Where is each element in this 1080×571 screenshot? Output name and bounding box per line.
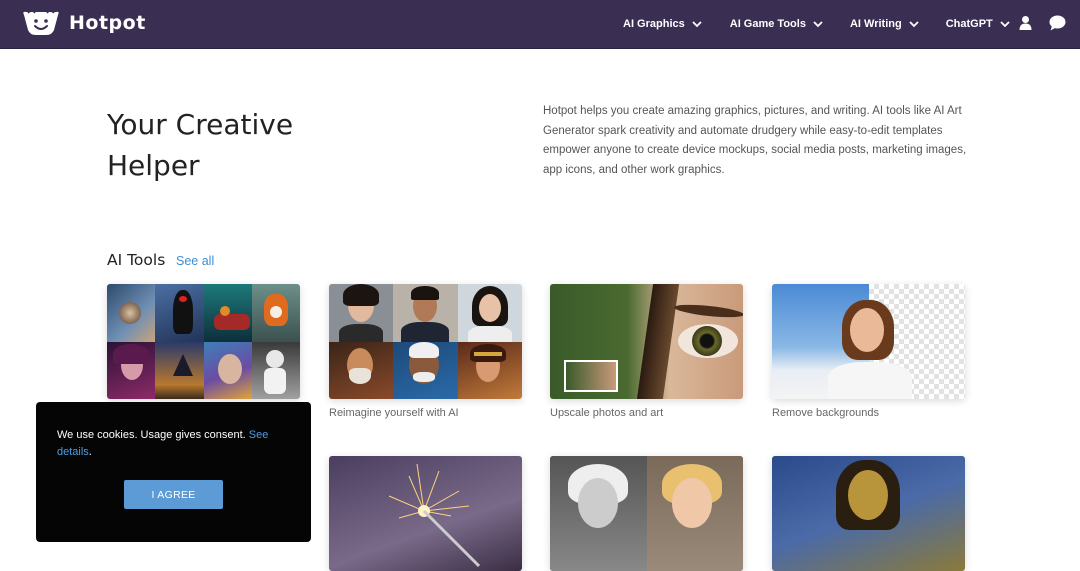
tool-card-colorize[interactable] — [550, 456, 743, 571]
sparkler-thumbnail — [388, 463, 481, 568]
tool-card-remove-bg[interactable] — [772, 284, 965, 399]
chevron-down-icon — [1000, 20, 1010, 27]
hero-title-line2: Helper — [107, 149, 200, 182]
tool-card-sparkler[interactable] — [329, 456, 522, 571]
portrait-tile — [329, 341, 394, 399]
ai-art-thumbnail — [107, 284, 300, 399]
cookie-banner: We use cookies. Usage gives consent. See… — [36, 402, 311, 542]
upscale-thumbnail — [550, 284, 743, 399]
cookie-message: We use cookies. Usage gives consent. See… — [57, 427, 297, 461]
portrait-tile — [393, 284, 458, 342]
cookie-details-link[interactable]: details — [57, 446, 89, 458]
nav-item-ai-graphics[interactable]: AI Graphics — [623, 18, 702, 30]
see-all-link[interactable]: See all — [176, 254, 214, 268]
agree-button[interactable]: I AGREE — [124, 480, 223, 509]
nav-item-label: AI Game Tools — [729, 18, 806, 30]
chat-icon[interactable] — [1049, 15, 1066, 31]
user-icon[interactable] — [1019, 15, 1032, 31]
portraits-thumbnail — [329, 284, 522, 399]
cookie-text: We use cookies. Usage gives consent. — [57, 429, 246, 441]
hotpot-logo-icon — [23, 10, 59, 36]
art-tile — [203, 341, 252, 399]
cookie-see-link[interactable]: See — [249, 429, 269, 441]
section-title-ai-tools: AI Tools — [107, 251, 166, 269]
hero-title: Your Creative Helper — [107, 104, 367, 186]
hero-title-line1: Your Creative — [107, 108, 294, 141]
brand-name: Hotpot — [69, 12, 146, 34]
portrait-tile — [457, 341, 522, 399]
chevron-down-icon — [909, 20, 919, 27]
nav-item-ai-writing[interactable]: AI Writing — [850, 18, 919, 30]
portrait-tile — [329, 284, 394, 342]
cookie-period: . — [88, 446, 92, 458]
mona-lisa-thumbnail — [772, 456, 965, 571]
tool-card-art-style[interactable] — [772, 456, 965, 571]
top-navbar: Hotpot AI Graphics AI Game Tools AI Writ… — [0, 0, 1080, 49]
brand-logo[interactable]: Hotpot — [22, 10, 146, 36]
nav-item-label: AI Graphics — [623, 18, 685, 30]
colorize-thumbnail — [550, 456, 743, 571]
art-tile — [155, 341, 204, 399]
tool-card-reimagine[interactable] — [329, 284, 522, 399]
nav-item-label: ChatGPT — [945, 18, 993, 30]
tool-card-ai-art[interactable] — [107, 284, 300, 399]
remove-bg-thumbnail — [772, 284, 965, 399]
tool-card-upscale[interactable] — [550, 284, 743, 399]
card-caption-reimagine: Reimagine yourself with AI — [329, 407, 459, 419]
nav-item-ai-game-tools[interactable]: AI Game Tools — [730, 18, 823, 30]
portrait-tile — [457, 284, 522, 342]
art-tile — [251, 284, 300, 342]
hero-description: Hotpot helps you create amazing graphics… — [543, 105, 967, 176]
chevron-down-icon — [692, 20, 702, 27]
card-caption-upscale: Upscale photos and art — [550, 407, 664, 419]
art-tile — [251, 341, 300, 399]
art-tile — [107, 341, 156, 399]
nav-item-chatgpt[interactable]: ChatGPT — [946, 18, 1010, 30]
art-tile — [203, 284, 252, 342]
nav-menu: AI Graphics AI Game Tools AI Writing Cha… — [623, 0, 1010, 48]
card-caption-remove-bg: Remove backgrounds — [772, 407, 880, 419]
chevron-down-icon — [813, 20, 823, 27]
nav-item-label: AI Writing — [849, 18, 902, 30]
art-tile — [107, 284, 156, 342]
art-tile — [155, 284, 204, 342]
portrait-tile — [393, 341, 458, 399]
